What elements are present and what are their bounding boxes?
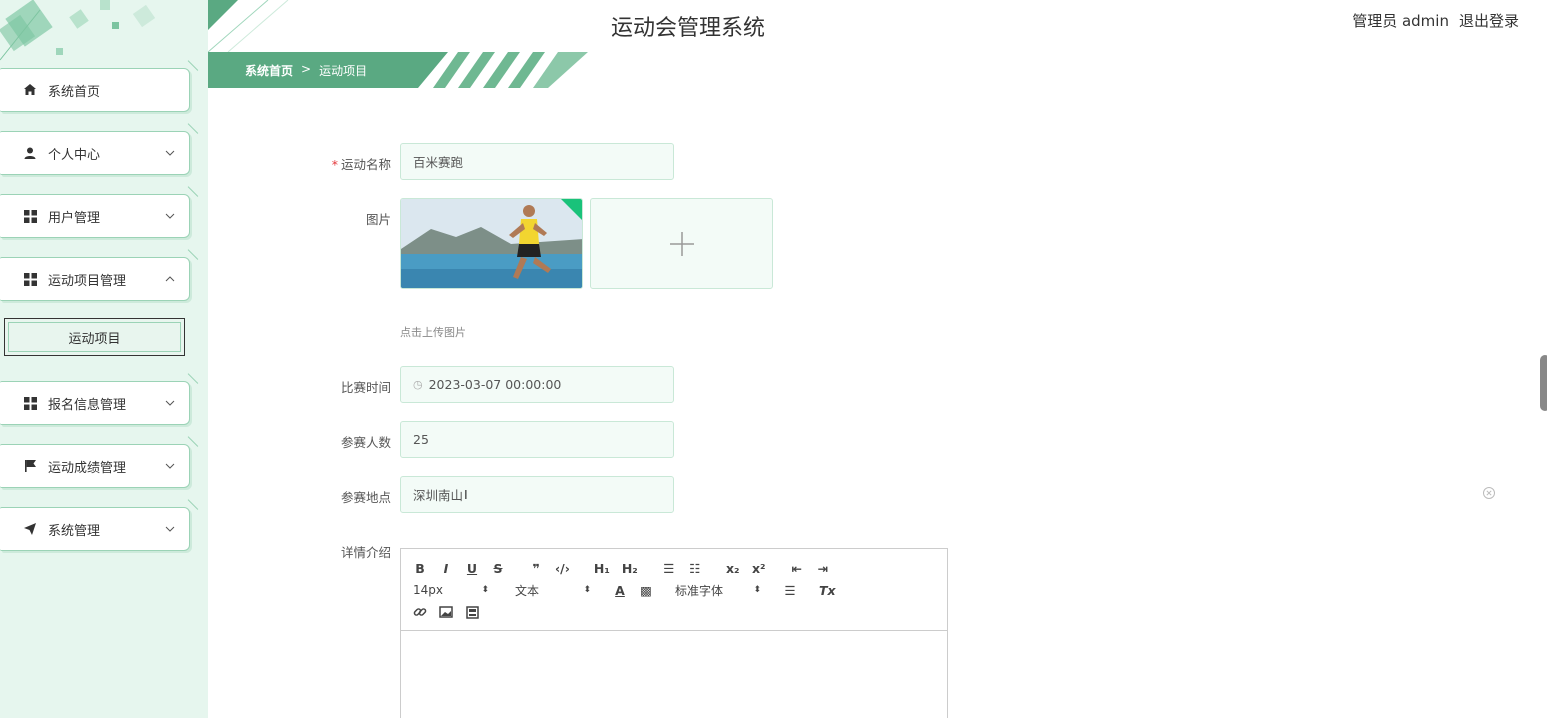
sidebar-decoration (0, 0, 156, 61)
user-icon (22, 145, 38, 161)
top-bar: 运动会管理系统 管理员 admin 退出登录 (208, 0, 1547, 52)
match-time-label: 比赛时间 (340, 380, 391, 395)
ordered-list-button[interactable]: ☰ (662, 561, 676, 576)
venue-input[interactable]: 深圳南山 I (400, 476, 674, 513)
sport-name-label: * 运动名称 (331, 157, 391, 172)
rich-text-editor: B I U S ❞ ‹/› H₁ H₂ ☰ ☷ x₂ x² ⇤ ⇥ 14px⬍ (400, 548, 948, 718)
sidebar-subitem-label: 运动项目 (68, 331, 121, 347)
bold-button[interactable]: B (413, 561, 427, 576)
logout-link[interactable]: 退出登录 (1459, 10, 1519, 31)
text-cursor-icon: I (464, 487, 468, 502)
block-type-select[interactable]: 文本 ⬍ (515, 582, 591, 599)
sidebar-item-score-management[interactable]: 运动成绩管理 (0, 444, 190, 488)
editor-content-area[interactable] (401, 631, 947, 718)
sidebar-item-registration-management[interactable]: 报名信息管理 (0, 381, 190, 425)
font-size-select[interactable]: 14px ⬍ (413, 583, 489, 597)
sidebar-item-label: 个人中心 (48, 147, 101, 163)
chevron-down-icon (163, 209, 177, 223)
app-root: 系统首页 个人中心 用户管理 运动项目管理 运动项目 报名信息管理 运动成绩管理… (0, 0, 1547, 718)
uploaded-image-thumbnail[interactable] (400, 198, 583, 289)
indent-button[interactable]: ⇥ (816, 561, 830, 576)
sidebar-item-home[interactable]: 系统首页 (0, 68, 190, 112)
participant-count-input[interactable]: 25 (400, 421, 674, 458)
sidebar-item-user-management[interactable]: 用户管理 (0, 194, 190, 238)
align-button[interactable]: ☰ (783, 583, 797, 598)
chevron-down-icon (163, 459, 177, 473)
breadcrumb: 系统首页 > 运动项目 (245, 62, 367, 79)
select-arrows-icon: ⬍ (481, 585, 489, 595)
required-mark: * (331, 157, 338, 172)
chevron-down-icon (163, 522, 177, 536)
editor-toolbar: B I U S ❞ ‹/› H₁ H₂ ☰ ☷ x₂ x² ⇤ ⇥ 14px⬍ (401, 549, 947, 631)
sidebar-item-system-management[interactable]: 系统管理 (0, 507, 190, 551)
h1-button[interactable]: H₁ (594, 561, 610, 576)
upload-tip: 点击上传图片 (400, 326, 466, 339)
sidebar-item-label: 用户管理 (48, 210, 101, 226)
sidebar: 系统首页 个人中心 用户管理 运动项目管理 运动项目 报名信息管理 运动成绩管理… (0, 0, 208, 718)
clear-icon[interactable] (1482, 486, 1496, 500)
system-title: 运动会管理系统 (610, 16, 765, 41)
detail-label: 详情介绍 (340, 545, 391, 560)
breadcrumb-home[interactable]: 系统首页 (245, 62, 293, 79)
background-color-button[interactable]: ▩ (639, 583, 653, 598)
select-arrows-icon: ⬍ (753, 585, 761, 595)
sidebar-subitem-sport[interactable]: 运动项目 (4, 318, 185, 356)
code-block-button[interactable]: ‹/› (555, 561, 570, 576)
home-icon (22, 82, 38, 98)
image-label: 图片 (365, 212, 391, 227)
h2-button[interactable]: H₂ (622, 561, 638, 576)
select-arrows-icon: ⬍ (583, 585, 591, 595)
current-user: 管理员 admin (1352, 12, 1449, 30)
sidebar-item-label: 运动成绩管理 (48, 460, 127, 476)
superscript-button[interactable]: x² (752, 561, 766, 576)
breadcrumb-separator: > (301, 62, 312, 76)
video-icon[interactable] (465, 605, 479, 619)
participant-count-label: 参赛人数 (340, 435, 391, 450)
send-icon (22, 521, 38, 537)
clear-format-button[interactable]: Tx (819, 583, 836, 598)
sport-name-input[interactable]: 百米赛跑 (400, 143, 674, 180)
underline-button[interactable]: U (465, 561, 479, 576)
flag-icon (22, 458, 38, 474)
sidebar-item-label: 系统管理 (48, 523, 101, 539)
image-icon[interactable] (439, 606, 453, 618)
breadcrumb-current: 运动项目 (319, 64, 368, 78)
link-icon[interactable] (413, 605, 427, 619)
match-time-picker[interactable]: ◷ 2023-03-07 00:00:00 (400, 366, 674, 403)
chevron-down-icon (163, 396, 177, 410)
italic-button[interactable]: I (439, 561, 453, 576)
font-family-select[interactable]: 标准字体 ⬍ (675, 582, 761, 599)
sidebar-item-sport-management[interactable]: 运动项目管理 (0, 257, 190, 301)
venue-label: 参赛地点 (340, 490, 391, 505)
runner-photo (401, 199, 582, 288)
sidebar-item-personal-center[interactable]: 个人中心 (0, 131, 190, 175)
bullet-list-button[interactable]: ☷ (688, 561, 702, 576)
font-color-button[interactable]: A (613, 583, 627, 598)
clock-icon: ◷ (413, 378, 423, 391)
subscript-button[interactable]: x₂ (726, 561, 740, 576)
grid-icon (22, 208, 38, 224)
plus-icon (669, 231, 694, 256)
strike-button[interactable]: S (491, 561, 505, 576)
outdent-button[interactable]: ⇤ (790, 561, 804, 576)
sidebar-item-label: 报名信息管理 (48, 397, 127, 413)
blockquote-button[interactable]: ❞ (529, 561, 543, 576)
chevron-down-icon (163, 146, 177, 160)
sidebar-item-label: 系统首页 (48, 84, 101, 100)
sidebar-item-label: 运动项目管理 (48, 273, 127, 289)
add-image-button[interactable] (590, 198, 773, 289)
user-area: 管理员 admin 退出登录 (1352, 10, 1519, 31)
chevron-up-icon (163, 272, 177, 286)
grid-icon (22, 271, 38, 287)
scrollbar-handle[interactable] (1540, 355, 1547, 411)
grid-icon (22, 395, 38, 411)
